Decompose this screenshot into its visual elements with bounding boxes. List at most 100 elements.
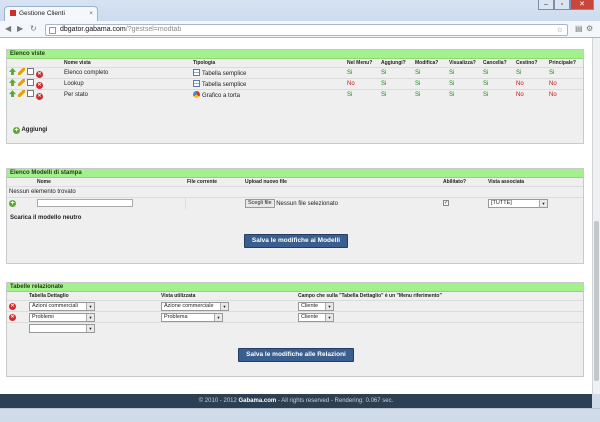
choose-file-button[interactable]: Scegli file — [245, 198, 275, 208]
flag-cell[interactable]: Si — [379, 67, 413, 79]
new-tabella-select[interactable]: ▼ — [29, 323, 95, 333]
col-header: Nome — [37, 179, 51, 185]
favicon-icon — [10, 10, 16, 16]
col-header: Principale? — [549, 60, 576, 66]
move-up-icon[interactable] — [9, 90, 16, 98]
chevron-down-icon: ▼ — [220, 302, 228, 310]
delete-icon[interactable]: ✕ — [9, 303, 16, 310]
flag-cell[interactable]: No — [514, 89, 547, 101]
chevron-down-icon: ▼ — [539, 199, 547, 207]
col-header: Upload nuovo file — [245, 179, 287, 185]
flag-cell[interactable]: Si — [379, 89, 413, 101]
footer-prefix: © 2010 - 2012 — [198, 398, 239, 404]
save-models-button[interactable]: Salva le modifiche ai Modelli — [244, 234, 348, 248]
add-label: Aggiungi — [21, 127, 48, 133]
flag-cell[interactable]: Si — [547, 67, 583, 79]
add-icon[interactable]: + — [9, 199, 16, 207]
flag-cell[interactable]: Si — [413, 78, 447, 90]
page-menu-icon[interactable]: ▤ — [575, 25, 583, 33]
table-icon — [193, 69, 200, 76]
tab-close-icon[interactable]: × — [89, 10, 93, 17]
actions-header — [7, 292, 27, 301]
flag-cell[interactable]: No — [345, 78, 379, 90]
move-up-icon[interactable] — [9, 79, 16, 86]
pie-chart-icon — [193, 91, 200, 99]
delete-icon[interactable]: ✕ — [36, 71, 43, 78]
vista-select[interactable]: [TUTTE] ▼ — [488, 198, 548, 208]
viste-table: Nome vista Tipologia Nel Menu? Aggiungi?… — [7, 59, 583, 101]
tabella-select[interactable]: Azioni commerciali ▼ — [29, 301, 95, 311]
window-controls: – ▫ ✕ — [538, 0, 594, 10]
flag-cell[interactable]: Si — [345, 67, 379, 79]
page-footer: © 2010 - 2012 Gabama.com - All rights re… — [0, 394, 592, 408]
new-relation-row: ▼ — [7, 322, 583, 334]
bookmark-star-icon[interactable]: ☆ — [557, 26, 563, 34]
delete-icon[interactable]: ✕ — [36, 93, 43, 101]
chevron-down-icon: ▼ — [325, 302, 333, 310]
copy-icon[interactable] — [27, 68, 34, 75]
flag-cell[interactable]: No — [547, 89, 583, 101]
minimize-icon[interactable]: – — [538, 0, 554, 10]
vista-select[interactable]: Problema ▼ — [161, 312, 223, 322]
table-row: ✕ Azioni commerciali ▼ Azione commerciale… — [7, 300, 583, 312]
actions-header — [7, 59, 62, 68]
scrollbar-thumb[interactable] — [594, 221, 599, 381]
vista-name[interactable]: Per stato — [62, 89, 191, 101]
vista-name[interactable]: Elenco completo — [62, 67, 191, 79]
browser-tab[interactable]: Gestione Clienti × — [4, 6, 98, 21]
campo-select[interactable]: Cliente ▼ — [298, 301, 334, 311]
col-header: Campo che sulla "Tabella Dettaglio" è un… — [298, 293, 442, 299]
flag-cell[interactable]: Si — [447, 78, 481, 90]
copy-icon[interactable] — [27, 90, 34, 98]
model-name-input[interactable] — [37, 199, 133, 208]
vista-name[interactable]: Lookup — [62, 78, 191, 90]
flag-cell[interactable]: Si — [413, 67, 447, 79]
table-row: ✕ Elenco completo Tabella semplice Si Si… — [7, 67, 583, 79]
edit-icon[interactable] — [18, 90, 25, 98]
wrench-icon[interactable]: ⚙ — [586, 25, 593, 33]
col-header: Cancella? — [483, 60, 507, 66]
edit-icon[interactable] — [18, 68, 25, 75]
modelli-panel-title: Elenco Modelli di stampa — [7, 169, 583, 178]
maximize-icon[interactable]: ▫ — [554, 0, 570, 10]
tab-title: Gestione Clienti — [19, 10, 65, 17]
empty-message: Nessun elemento trovato — [7, 186, 583, 198]
col-header: Nome vista — [64, 60, 91, 66]
flag-cell[interactable]: Si — [379, 78, 413, 90]
copy-icon[interactable] — [27, 79, 34, 86]
url-path: /?gestsel=modtab — [125, 26, 182, 33]
campo-select[interactable]: Cliente ▼ — [298, 312, 334, 322]
reload-icon[interactable]: ↻ — [30, 25, 37, 33]
save-relations-button[interactable]: Salva le modifiche alle Relazioni — [238, 348, 354, 362]
move-up-icon[interactable] — [9, 68, 16, 75]
download-model-link[interactable]: Scarica il modello neutro — [10, 215, 81, 221]
chevron-down-icon: ▼ — [325, 313, 333, 321]
delete-icon[interactable]: ✕ — [36, 82, 43, 89]
flag-cell[interactable]: Si — [481, 67, 514, 79]
flag-cell[interactable]: No — [547, 78, 583, 90]
flag-cell[interactable]: No — [514, 78, 547, 90]
close-window-icon[interactable]: ✕ — [570, 0, 594, 10]
tabella-select[interactable]: Problemi ▼ — [29, 312, 95, 322]
flag-cell[interactable]: Si — [345, 89, 379, 101]
address-bar[interactable]: dbgator.gabama.com/?gestsel=modtab ☆ — [45, 24, 568, 36]
page-scrollbar[interactable] — [592, 38, 600, 394]
relazioni-table: Tabella Dettaglio Vista utilizzata Campo… — [7, 292, 583, 334]
footer-brand: Gabama.com — [238, 398, 277, 404]
flag-cell[interactable]: Si — [481, 78, 514, 90]
chevron-down-icon: ▼ — [86, 302, 94, 310]
flag-cell[interactable]: Si — [447, 89, 481, 101]
tabella-value: Azioni commerciali — [32, 302, 78, 309]
edit-icon[interactable] — [18, 79, 25, 86]
delete-icon[interactable]: ✕ — [9, 314, 16, 321]
new-model-row: + Scegli file Nessun file selezionato ✓ … — [7, 197, 583, 209]
enabled-checkbox[interactable]: ✓ — [443, 199, 449, 206]
flag-cell[interactable]: Si — [413, 89, 447, 101]
vista-select[interactable]: Azione commerciale ▼ — [161, 301, 229, 311]
flag-cell[interactable]: Si — [447, 67, 481, 79]
back-icon[interactable]: ◀ — [5, 25, 11, 33]
flag-cell[interactable]: Si — [481, 89, 514, 101]
flag-cell[interactable]: Si — [514, 67, 547, 79]
add-vista-button[interactable]: + Aggiungi — [13, 127, 47, 134]
forward-icon[interactable]: ▶ — [17, 25, 23, 33]
